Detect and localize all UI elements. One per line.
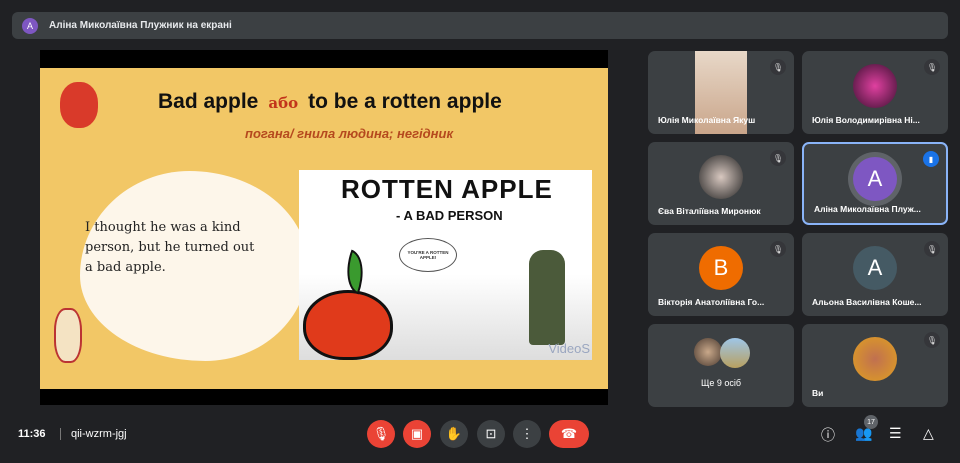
participant-photo bbox=[720, 338, 750, 368]
slide-subtitle: погана/ гнила людина; негідник bbox=[245, 126, 454, 141]
participant-name: Єва Віталіївна Миронюк bbox=[658, 206, 761, 216]
title-part-2: to be a rotten apple bbox=[308, 90, 502, 113]
hang-up-icon: ☎ bbox=[560, 426, 578, 441]
screen-share: Bad apple або to be a rotten apple погана/… bbox=[40, 50, 608, 405]
present-icon: ⊡ bbox=[485, 426, 497, 441]
presenter-avatar: А bbox=[22, 17, 38, 34]
participant-photo bbox=[694, 338, 722, 366]
participant-name: Альона Василівна Коше... bbox=[812, 297, 922, 307]
participant-name: Юлія Володимирівна Ні... bbox=[812, 115, 920, 125]
mic-off-icon: 🎙 bbox=[372, 426, 390, 441]
mic-off-icon: 🎙 bbox=[924, 241, 940, 257]
slide: Bad apple або to be a rotten apple погана/… bbox=[40, 68, 608, 389]
more-participants-label: Ще 9 осіб bbox=[700, 378, 742, 388]
video-subtitle: - A BAD PERSON bbox=[396, 208, 503, 223]
participant-tile[interactable]: В 🎙 Вікторія Анатоліївна Го... bbox=[648, 233, 794, 316]
more-participants-tile[interactable]: Ще 9 осіб bbox=[648, 324, 794, 407]
participant-tile[interactable]: 🎙 Юлія Миколаївна Якуш bbox=[648, 51, 794, 134]
participant-name: Аліна Миколаївна Плуж... bbox=[814, 204, 921, 214]
hand-icon: ✋ bbox=[445, 426, 463, 441]
camera-off-icon: ▣ bbox=[410, 426, 424, 441]
mic-toggle-button[interactable]: 🎙 bbox=[367, 420, 395, 448]
mic-off-icon: 🎙 bbox=[770, 241, 786, 257]
participant-photo bbox=[699, 155, 743, 199]
example-sentence: I thought he was a kind person, but he t… bbox=[85, 220, 255, 275]
meeting-code: qii-wzrm-jgj bbox=[60, 428, 127, 440]
participant-avatar: А bbox=[853, 246, 897, 290]
mic-off-icon: 🎙 bbox=[924, 59, 940, 75]
cartoon-apple bbox=[303, 290, 393, 360]
presenting-text: Аліна Миколаївна Плужник на екрані bbox=[49, 20, 232, 31]
video-image: ROTTEN APPLE - A BAD PERSON YOU'RE A ROT… bbox=[299, 170, 592, 360]
raise-hand-button[interactable]: ✋ bbox=[440, 420, 468, 448]
speaking-indicator-icon: ▮ bbox=[923, 151, 939, 167]
apple-illustration bbox=[60, 82, 98, 128]
activities-icon[interactable]: △ bbox=[923, 425, 934, 442]
info-icon[interactable]: ⓘ bbox=[821, 425, 835, 445]
self-name: Ви bbox=[812, 388, 824, 398]
cartoon-man bbox=[529, 250, 565, 345]
mic-off-icon: 🎙 bbox=[924, 332, 940, 348]
participant-name: Юлія Миколаївна Якуш bbox=[658, 115, 756, 125]
participant-tile[interactable]: А 🎙 Альона Василівна Коше... bbox=[802, 233, 948, 316]
presenting-banner: А Аліна Миколаївна Плужник на екрані bbox=[12, 12, 948, 39]
participant-avatar: А bbox=[853, 157, 897, 201]
participant-name: Вікторія Анатоліївна Го... bbox=[658, 297, 765, 307]
apple-core-illustration bbox=[54, 308, 82, 363]
title-part-1: Bad apple bbox=[158, 90, 259, 113]
thought-bubble: YOU'RE A ROTTEN APPLE! bbox=[399, 238, 457, 272]
chat-icon[interactable]: ☰ bbox=[889, 425, 902, 442]
more-options-button[interactable]: ⋮ bbox=[513, 420, 541, 448]
participant-tile-active-speaker[interactable]: А ▮ Аліна Миколаївна Плуж... bbox=[802, 142, 948, 225]
self-photo bbox=[853, 337, 897, 381]
participant-photo bbox=[853, 64, 897, 108]
present-button[interactable]: ⊡ bbox=[477, 420, 505, 448]
participant-tile[interactable]: 🎙 Юлія Володимирівна Ні... bbox=[802, 51, 948, 134]
video-title: ROTTEN APPLE bbox=[341, 174, 553, 204]
participant-count-badge: 17 bbox=[864, 415, 878, 429]
mic-off-icon: 🎙 bbox=[770, 59, 786, 75]
slide-title: Bad apple або to be a rotten apple bbox=[158, 90, 502, 114]
control-bar: 11:36 qii-wzrm-jgj 🎙 ▣ ✋ ⊡ ⋮ ☎ ⓘ 👥 17 ☰ … bbox=[0, 415, 960, 453]
clock: 11:36 bbox=[18, 428, 46, 440]
camera-toggle-button[interactable]: ▣ bbox=[403, 420, 431, 448]
videoscribe-logo: VideoS bbox=[548, 341, 590, 356]
more-vert-icon: ⋮ bbox=[520, 426, 534, 441]
participant-avatar: В bbox=[699, 246, 743, 290]
apple-leaf bbox=[337, 249, 373, 295]
participant-tile[interactable]: 🎙 Єва Віталіївна Миронюк bbox=[648, 142, 794, 225]
leave-call-button[interactable]: ☎ bbox=[549, 420, 589, 448]
mic-off-icon: 🎙 bbox=[770, 150, 786, 166]
title-or: або bbox=[268, 94, 299, 112]
self-tile[interactable]: 🎙 Ви bbox=[802, 324, 948, 407]
